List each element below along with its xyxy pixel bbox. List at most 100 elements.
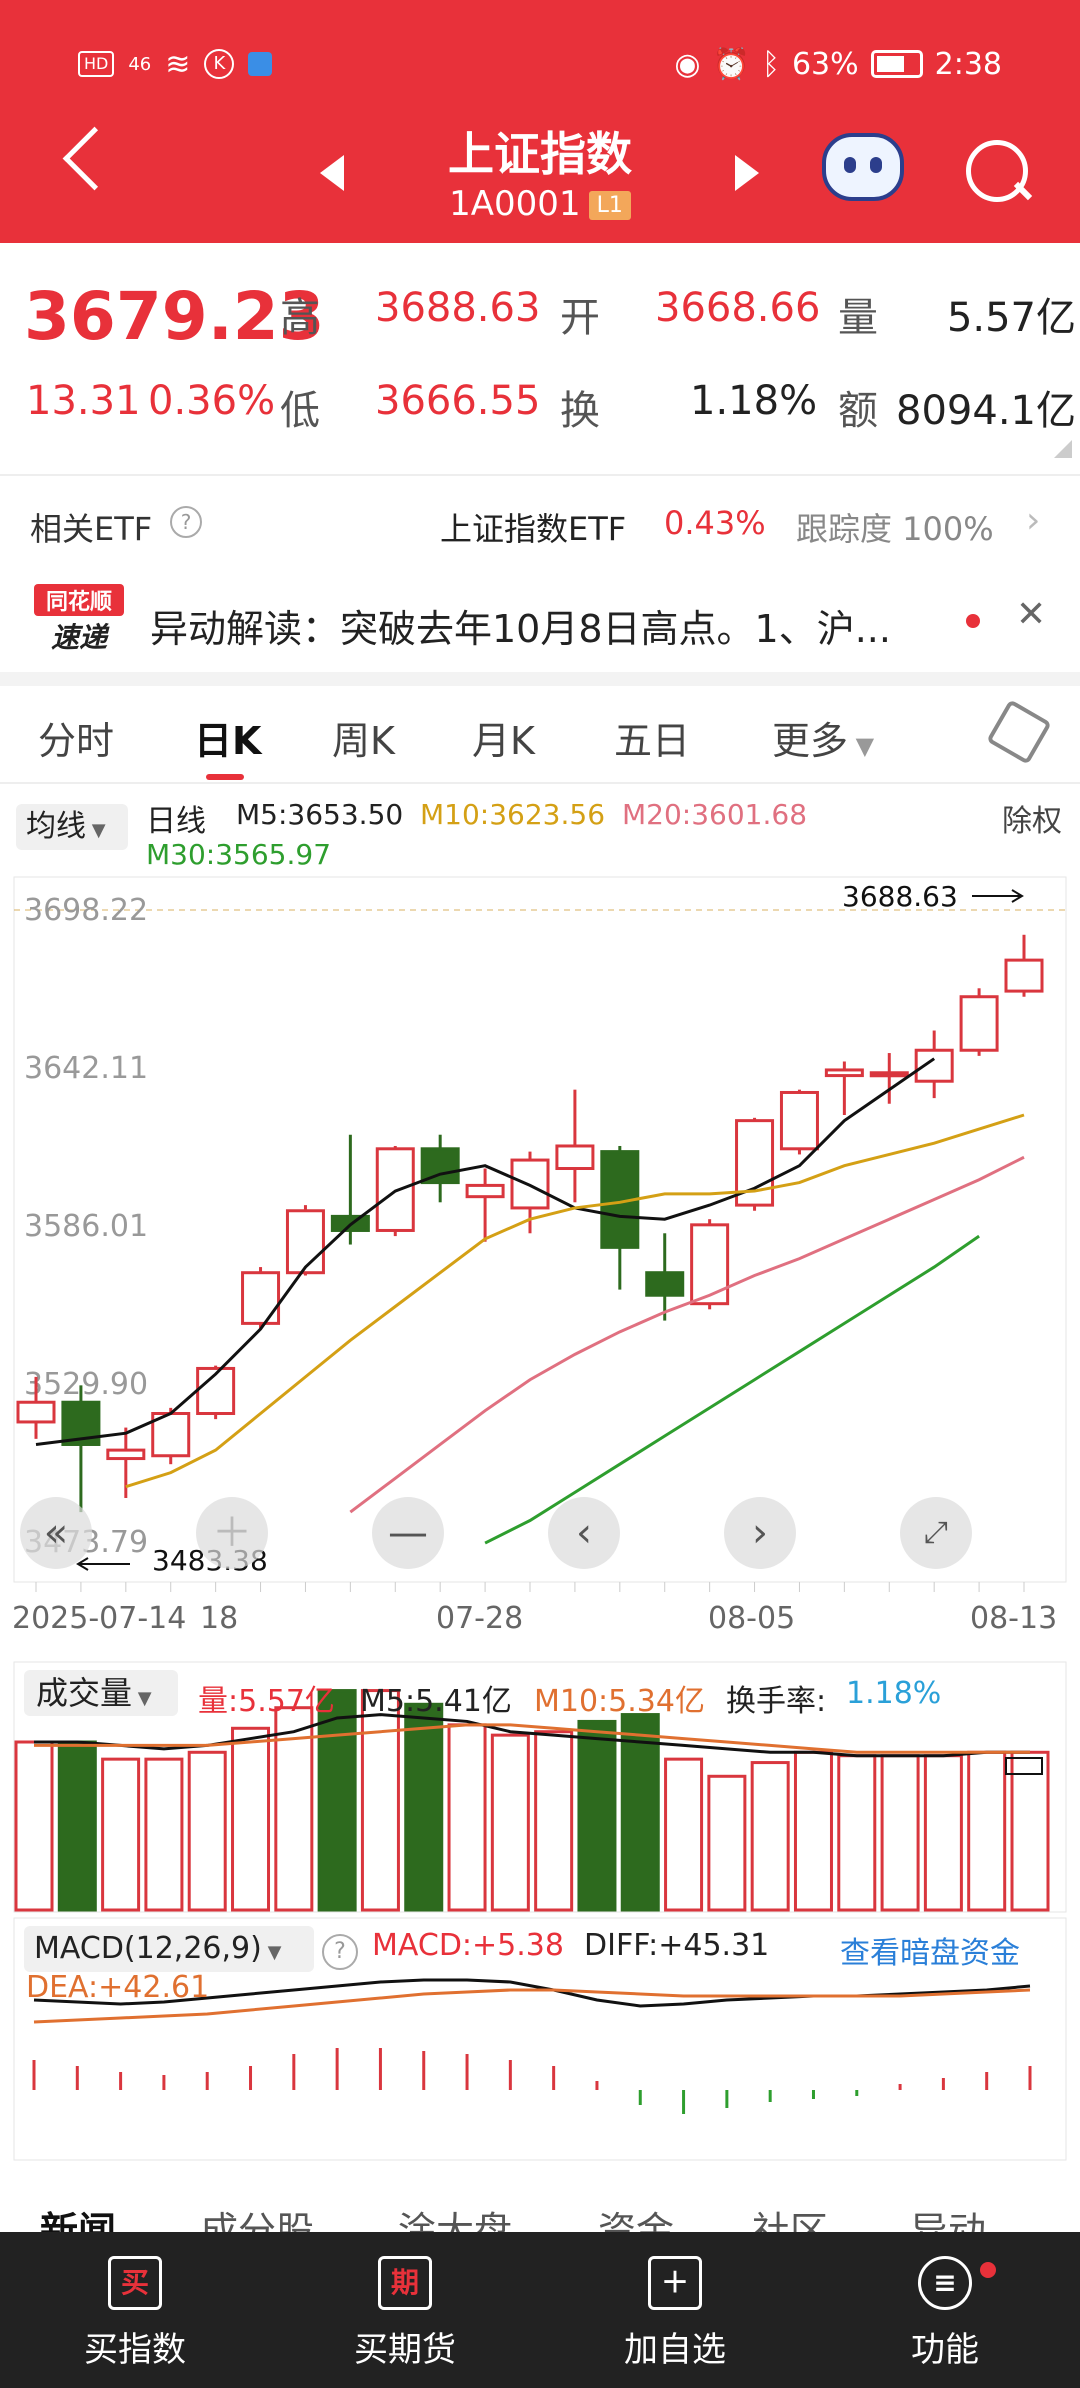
max-price-label: 3688.63 [842, 880, 958, 913]
volume-bar [404, 1702, 444, 1912]
volume-bar [837, 1754, 877, 1912]
logo-top: 同花顺 [34, 584, 124, 616]
diff-value: DIFF:+45.31 [584, 1928, 770, 1963]
ma-select-label: 均线 [26, 809, 86, 844]
candle-body [1004, 958, 1044, 993]
related-etf-row[interactable]: 相关ETF ? 上证指数ETF 0.43% 跟踪度 100% › [0, 500, 1080, 550]
menu-icon: ≡ [918, 2256, 972, 2310]
ex-rights-toggle[interactable]: 除权 [1002, 796, 1062, 840]
indicator-select-macd[interactable]: MACD(12,26,9) ▼ [24, 1926, 314, 1972]
y-tick-label: 3698.22 [24, 893, 148, 928]
divider [0, 672, 1080, 686]
candle-body [555, 1144, 595, 1171]
help-icon[interactable]: ? [322, 1934, 358, 1970]
macd-value: MACD:+5.38 [372, 1928, 564, 1963]
dea-value: DEA:+42.61 [26, 1970, 210, 2005]
ma20-value: M20:3601.68 [622, 798, 808, 831]
etf-label: 相关ETF [30, 510, 153, 548]
y-tick-label: 3529.90 [24, 1367, 148, 1402]
tab-more[interactable]: 更多 ▼ [772, 710, 874, 765]
hd-icon: HD [78, 51, 115, 77]
battery-percent: 63% [791, 46, 859, 82]
news-bar[interactable]: 同花顺 速递 异动解读：突破去年10月8日高点。1、沪... ✕ [0, 580, 1080, 670]
volume-bar [967, 1750, 1007, 1912]
buy-index-label: 买指数 [84, 2330, 186, 2370]
fullscreen-button[interactable]: ⤢ [900, 1497, 972, 1569]
clock: 2:38 [934, 46, 1002, 82]
volume-bar [447, 1723, 487, 1912]
y-tick-label: 3642.11 [24, 1051, 148, 1086]
robot-assistant-icon[interactable] [822, 133, 904, 201]
futures-icon: 期 [378, 2256, 432, 2310]
tab-daily-k[interactable]: 日K [194, 710, 261, 765]
volume-m10: M10:5.34亿 [534, 1684, 705, 1719]
stock-code: 1A0001 L1 [0, 184, 1080, 224]
volume-label: 量 [838, 295, 878, 341]
volume-bar [793, 1750, 833, 1912]
notification-dot [980, 2262, 996, 2278]
x-axis-label: 07-28 [436, 1601, 523, 1636]
volume-bar [144, 1757, 184, 1912]
ma30-value: M30:3565.97 [146, 838, 332, 871]
x-axis-label: 18 [200, 1601, 238, 1636]
period-tabs: 分时 日K 周K 月K 五日 更多 ▼ [0, 700, 1080, 780]
tab-monthly-k[interactable]: 月K [472, 710, 535, 765]
status-bar-left: HD 46 ≋ K [78, 42, 273, 86]
candle-body [690, 1223, 730, 1306]
high-value: 3688.63 [375, 285, 541, 331]
tab-intraday[interactable]: 分时 [38, 710, 114, 765]
dark-pool-link[interactable]: 查看暗盘资金 [840, 1928, 1020, 1972]
help-icon[interactable]: ? [170, 506, 202, 538]
battery-icon [870, 50, 923, 78]
tab-weekly-k[interactable]: 周K [332, 710, 395, 765]
divider [0, 474, 1080, 476]
low-label: 低 [280, 388, 320, 434]
volume-bar [534, 1730, 574, 1912]
plus-icon: ＋ [648, 2256, 702, 2310]
etf-track: 跟踪度 100% [796, 510, 994, 548]
zoom-out-button[interactable]: — [372, 1497, 444, 1569]
candle-body [16, 1400, 56, 1424]
ma-select-button[interactable]: 均线 ▼ [16, 804, 128, 850]
turnover-rate-value: 1.18% [846, 1676, 942, 1711]
x-axis-label: 08-05 [708, 1601, 795, 1636]
scroll-right-button[interactable]: › [724, 1497, 796, 1569]
volume-bar [577, 1719, 617, 1912]
volume-label: 成交量 [36, 1674, 133, 1712]
k-icon: K [204, 49, 235, 79]
search-icon[interactable] [966, 140, 1028, 202]
buy-futures-button[interactable]: 期买期货 [270, 2232, 540, 2388]
etf-name: 上证指数ETF [440, 510, 627, 548]
ma20-line [349, 1155, 1025, 1514]
close-icon[interactable]: ✕ [1016, 594, 1046, 635]
zoom-in-button[interactable]: ＋ [196, 1497, 268, 1569]
signal-icon: 46 [128, 53, 152, 75]
divider [0, 782, 1080, 784]
expand-corner-icon[interactable] [1054, 440, 1072, 458]
candle-body [959, 995, 999, 1052]
volume-bar [231, 1726, 271, 1912]
functions-label: 功能 [911, 2330, 979, 2370]
volume-bar [490, 1733, 530, 1912]
caret-down-icon: ▼ [86, 820, 106, 841]
volume-bar [14, 1740, 54, 1912]
macd-label: MACD(12,26,9) [34, 1931, 262, 1966]
volume-bar [664, 1757, 704, 1912]
status-bar-right: ◉ ⏰ ᛒ 63% 2:38 [674, 42, 1002, 86]
candle-body [824, 1068, 864, 1078]
price-change: 13.31 [26, 378, 141, 424]
functions-button[interactable]: ≡ 功能 [810, 2232, 1080, 2388]
buy-index-button[interactable]: 买买指数 [0, 2232, 270, 2388]
rewind-button[interactable]: « [20, 1497, 92, 1569]
volume-bar [880, 1754, 920, 1912]
indicator-select-volume[interactable]: 成交量 ▼ [24, 1670, 178, 1716]
volume-bar [923, 1754, 963, 1912]
add-watchlist-button[interactable]: ＋ 加自选 [540, 2232, 810, 2388]
volume-bar [101, 1757, 141, 1912]
tab-five-day[interactable]: 五日 [614, 710, 690, 765]
etf-pct: 0.43% [664, 504, 766, 542]
scroll-left-button[interactable]: ‹ [548, 1497, 620, 1569]
wifi-icon: ≋ [165, 46, 191, 82]
open-value: 3668.66 [655, 285, 821, 331]
volume-bar [750, 1761, 790, 1912]
